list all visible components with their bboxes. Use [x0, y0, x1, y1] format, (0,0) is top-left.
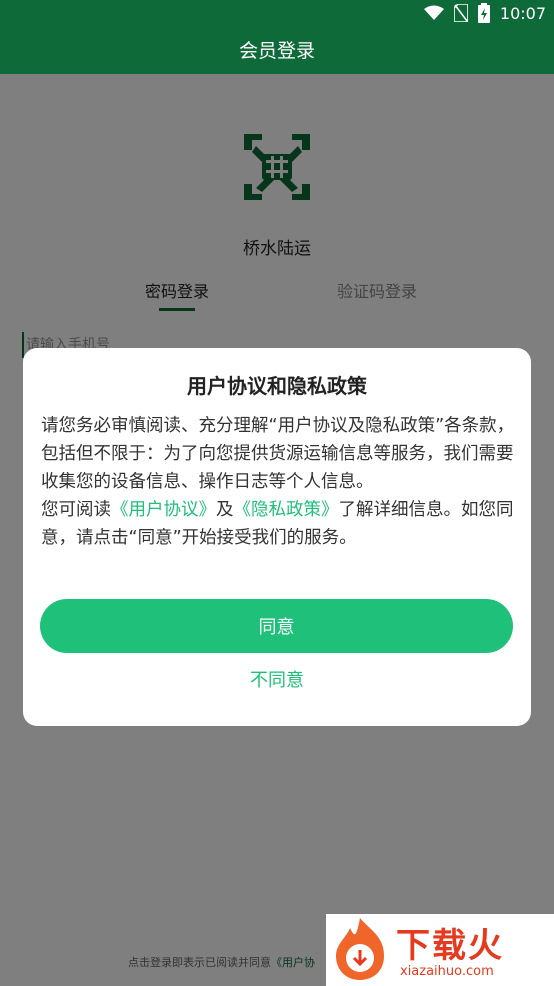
no-sim-icon [453, 4, 468, 22]
status-bar: 10:07 [0, 0, 554, 28]
app-bar: 会员登录 [0, 28, 554, 74]
privacy-dialog: 用户协议和隐私政策 请您务必审慎阅读、充分理解“用户协议及隐私政策”各条款，包括… [23, 348, 531, 726]
battery-icon [477, 3, 490, 23]
status-time: 10:07 [499, 3, 546, 23]
disagree-button[interactable]: 不同意 [23, 666, 531, 692]
dialog-paragraph-1: 请您务必审慎阅读、充分理解“用户协议及隐私政策”各条款，包括但不限于：为了向您提… [41, 416, 515, 492]
dialog-text: 您可阅读 [41, 500, 111, 520]
dialog-text: 及 [216, 500, 234, 520]
wifi-icon [423, 5, 444, 20]
dialog-title: 用户协议和隐私政策 [187, 374, 367, 398]
status-icons: 10:07 [423, 3, 546, 23]
watermark-subtitle: xiazaihuo.com [400, 964, 494, 979]
dialog-paragraph-2: 您可阅读《用户协议》及《隐私政策》了解详细信息。如您同意，请点击“同意”开始接受… [41, 496, 517, 552]
dialog-body: 请您务必审慎阅读、充分理解“用户协议及隐私政策”各条款，包括但不限于：为了向您提… [41, 412, 517, 552]
agree-button[interactable]: 同意 [40, 599, 513, 653]
flame-logo-icon [336, 918, 384, 980]
watermark: 下载火 xiazaihuo.com [326, 914, 554, 986]
privacy-policy-link[interactable]: 《隐私政策》 [234, 500, 339, 520]
watermark-title: 下载火 [396, 926, 504, 966]
page-title: 会员登录 [238, 40, 315, 62]
user-agreement-link[interactable]: 《用户协议》 [111, 500, 216, 520]
